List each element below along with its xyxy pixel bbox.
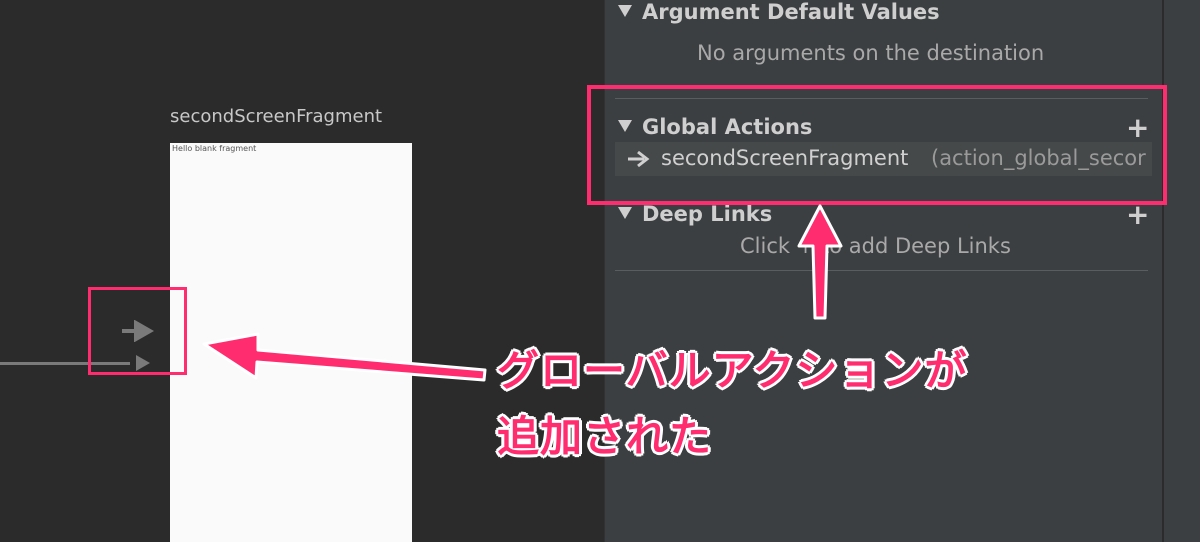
annotation-arrow-left-icon <box>202 332 487 382</box>
annotation-line-2: 追加された <box>497 412 713 461</box>
annotation-line-1: グローバルアクションが <box>497 346 968 395</box>
annotation-arrow-up-icon <box>797 204 843 320</box>
navigation-editor-screenshot: secondScreenFragment Hello blank fragmen… <box>0 0 1200 542</box>
annotation-callout: グローバルアクションが 追加された <box>497 338 967 470</box>
